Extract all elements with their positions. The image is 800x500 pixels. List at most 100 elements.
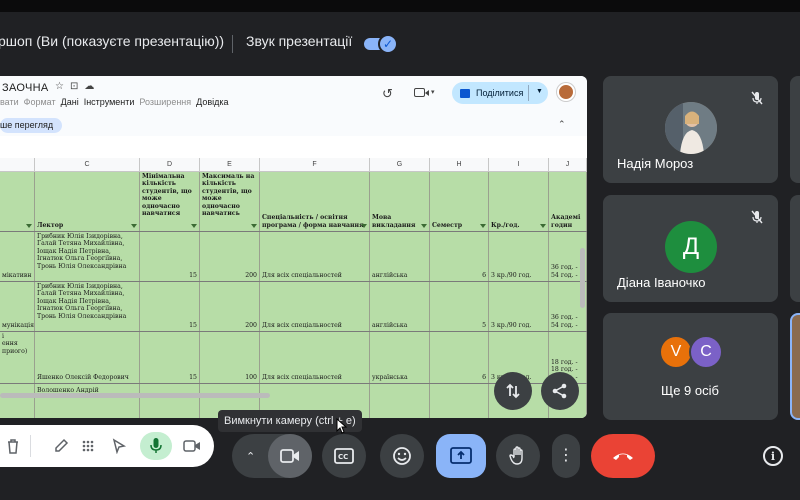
spec-cell[interactable]: Для всіх спеціальностей [260, 232, 370, 281]
horizontal-scrollbar[interactable] [0, 393, 270, 398]
column-header[interactable]: G [370, 158, 430, 172]
camera-icon[interactable] [183, 439, 201, 453]
column-header[interactable]: C [35, 158, 140, 172]
semester-cell[interactable] [430, 384, 489, 418]
column-header[interactable]: I [489, 158, 549, 172]
more-vert-icon: ⋮ [558, 447, 574, 464]
table-cell[interactable] [0, 384, 35, 418]
column-header[interactable]: F [260, 158, 370, 172]
chevron-up-icon[interactable]: ⌃ [558, 119, 566, 130]
mic-button[interactable] [140, 432, 172, 460]
presentation-sound-toggle[interactable]: ✓ [364, 34, 398, 54]
share-button[interactable]: Поділитися ▼ [452, 82, 548, 104]
header-cell[interactable]: Мова викладання [370, 172, 430, 231]
header-cell[interactable]: Спеціальність / освітня програма / форма… [260, 172, 370, 231]
history-icon[interactable]: ↺ [382, 86, 393, 102]
captions-button[interactable]: CC [322, 434, 366, 478]
annotation-toolbar [0, 425, 214, 467]
lector-cell[interactable]: Грибник Юлія Ізидорівна, Галай Тетяна Ми… [35, 232, 140, 281]
table-cell[interactable]: і ення приого) [0, 332, 35, 383]
semester-cell[interactable]: 5 [430, 282, 489, 331]
participant-avatar: V [659, 335, 693, 369]
menu-tools[interactable]: Інструменти [84, 97, 135, 107]
lector-cell[interactable]: Волошенко Андрій [35, 384, 140, 418]
credits-cell[interactable]: 3 кр./90 год. [489, 232, 549, 281]
menu-format-partial[interactable]: вати [0, 97, 19, 107]
share-content-button[interactable] [541, 372, 579, 410]
swap-view-button[interactable] [494, 372, 532, 410]
credits-cell[interactable]: 3 кр./90 год. [489, 282, 549, 331]
menu-format[interactable]: Формат [24, 97, 56, 107]
menu-help[interactable]: Довідка [196, 97, 228, 107]
header-cell[interactable]: Максималь на кількість студентів, що мож… [200, 172, 260, 231]
min-cell[interactable]: 15 [140, 282, 200, 331]
trash-icon[interactable] [6, 438, 20, 454]
camera-icon [280, 449, 299, 463]
column-header-b[interactable] [0, 158, 35, 172]
reactions-button[interactable] [380, 434, 424, 478]
column-header[interactable]: D [140, 158, 200, 172]
banner-divider [232, 35, 233, 53]
share-button-label: Поділитися [476, 88, 524, 98]
min-cell[interactable]: 15 [140, 232, 200, 281]
participant-tile[interactable]: Д Діана Іваночко [603, 195, 778, 302]
table-cell[interactable]: мунікація [0, 282, 35, 331]
view-mode-pill[interactable]: ше перегляд [0, 118, 62, 133]
menu-extensions[interactable]: Розширення [139, 97, 191, 107]
more-options-button[interactable]: ⋮ [552, 434, 580, 478]
meet-camera-icon[interactable]: ▾ [414, 87, 436, 99]
presentation-banner: ршоп (Ви (показуєте презентацію)) Звук п… [0, 12, 800, 76]
table-cell[interactable]: мікативн [0, 232, 35, 281]
header-cell[interactable]: Академі годин [549, 172, 587, 231]
camera-group: ⌃ [232, 434, 312, 478]
participant-tile[interactable]: Надія Мороз [603, 76, 778, 183]
pen-icon[interactable] [53, 438, 69, 454]
chevron-down-icon[interactable]: ▼ [536, 88, 543, 95]
chevron-up-icon[interactable]: ⌃ [246, 450, 255, 463]
move-icon[interactable]: ⊡ [70, 81, 78, 92]
column-header[interactable]: H [430, 158, 489, 172]
end-call-button[interactable] [591, 434, 655, 478]
semester-cell[interactable]: 6 [430, 232, 489, 281]
header-cell[interactable]: Кр./год. [489, 172, 549, 231]
max-cell[interactable]: 100 [200, 332, 260, 383]
meeting-info-icon[interactable]: i [763, 446, 783, 466]
lector-cell[interactable]: Грибник Юлія Ізидорівна, Галай Тетяна Ми… [35, 282, 140, 331]
participant-tile-partial[interactable] [790, 76, 800, 183]
lang-cell[interactable]: українська [370, 332, 430, 383]
present-button[interactable] [436, 434, 486, 478]
lang-cell[interactable]: англійська [370, 282, 430, 331]
more-participants-tile[interactable]: V C Ще 9 осіб [603, 313, 778, 420]
self-view-tile[interactable] [790, 313, 800, 420]
header-cell[interactable]: Лектор [35, 172, 140, 231]
spec-cell[interactable]: Для всіх спеціальностей [260, 332, 370, 383]
max-cell[interactable]: 200 [200, 232, 260, 281]
header-cell[interactable]: Мінімальна кількість студентів, що може … [140, 172, 200, 231]
min-cell[interactable] [140, 384, 200, 418]
participant-tile-partial[interactable] [790, 195, 800, 302]
lang-cell[interactable] [370, 384, 430, 418]
laser-icon[interactable] [80, 438, 96, 454]
filter-icon [421, 224, 427, 228]
account-avatar[interactable] [557, 83, 575, 101]
header-cell[interactable]: Семестр [430, 172, 489, 231]
star-icon[interactable]: ☆ [55, 81, 64, 92]
lang-cell[interactable]: англійська [370, 232, 430, 281]
camera-toggle-button[interactable] [268, 434, 312, 478]
pointer-icon[interactable] [111, 438, 127, 454]
vertical-scrollbar[interactable] [580, 248, 585, 308]
document-title[interactable]: ЗАОЧНА [2, 82, 48, 94]
mouse-cursor-icon [336, 418, 348, 434]
column-header[interactable]: E [200, 158, 260, 172]
filter-icon [480, 224, 486, 228]
column-header[interactable]: J [549, 158, 587, 172]
raise-hand-button[interactable] [496, 434, 540, 478]
max-cell[interactable]: 200 [200, 282, 260, 331]
table-cell[interactable] [0, 172, 35, 231]
cloud-icon[interactable]: ☁ [84, 81, 94, 92]
lector-cell[interactable]: Яшенко Олексій Федорович [35, 332, 140, 383]
semester-cell[interactable]: 6 [430, 332, 489, 383]
min-cell[interactable]: 15 [140, 332, 200, 383]
menu-data[interactable]: Дані [61, 97, 79, 107]
spec-cell[interactable]: Для всіх спеціальностей [260, 282, 370, 331]
